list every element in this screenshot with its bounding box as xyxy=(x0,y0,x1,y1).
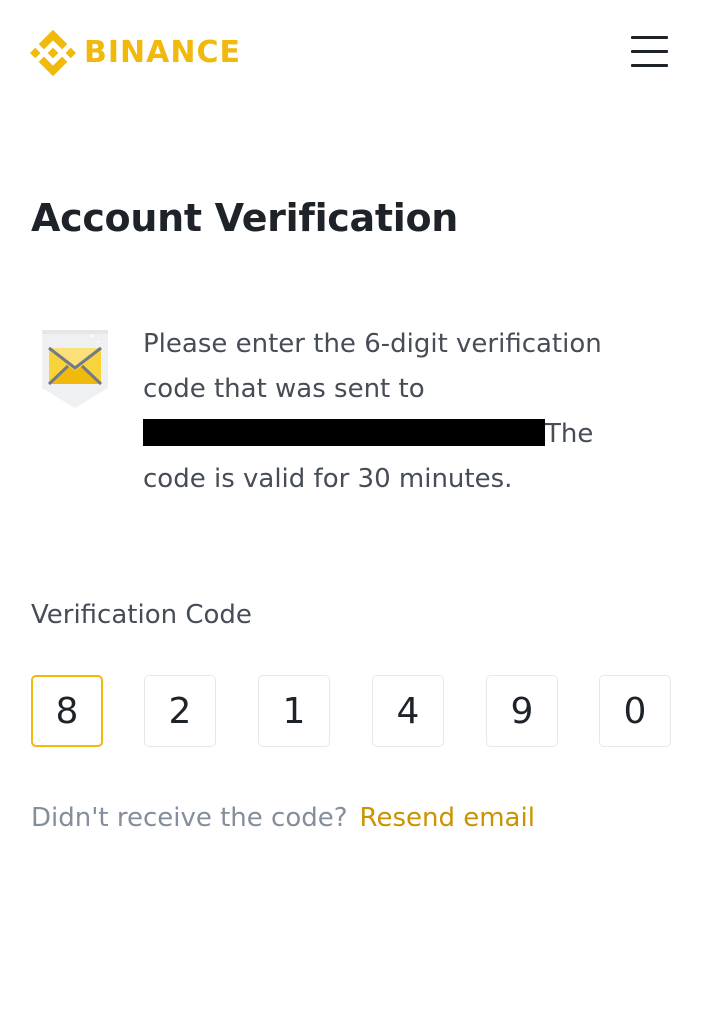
header: BINANCE xyxy=(0,0,703,100)
binance-logo[interactable]: BINANCE xyxy=(30,30,241,76)
code-digit-input-1[interactable]: 8 xyxy=(31,675,103,747)
resend-row: Didn't receive the code? Resend email xyxy=(31,798,535,838)
menu-line xyxy=(631,36,668,39)
code-digit-input-2[interactable]: 2 xyxy=(144,675,216,747)
envelope-icon xyxy=(40,328,110,410)
message-text-before: Please enter the 6-digit verification co… xyxy=(143,329,602,404)
verification-message: Please enter the 6-digit verification co… xyxy=(143,322,663,502)
binance-logo-icon xyxy=(30,30,76,76)
verification-code-label: Verification Code xyxy=(31,600,252,630)
resend-email-link[interactable]: Resend email xyxy=(360,803,535,833)
brand-name: BINANCE xyxy=(84,35,241,70)
code-digit-input-5[interactable]: 9 xyxy=(486,675,558,747)
code-digit-input-3[interactable]: 1 xyxy=(258,675,330,747)
page-title: Account Verification xyxy=(31,196,459,240)
menu-line xyxy=(631,50,668,53)
code-digit-input-6[interactable]: 0 xyxy=(599,675,671,747)
resend-prompt: Didn't receive the code? xyxy=(31,803,348,833)
redacted-email xyxy=(143,419,545,446)
hamburger-menu-icon[interactable] xyxy=(628,36,670,70)
code-digit-input-4[interactable]: 4 xyxy=(372,675,444,747)
menu-line xyxy=(631,64,668,67)
